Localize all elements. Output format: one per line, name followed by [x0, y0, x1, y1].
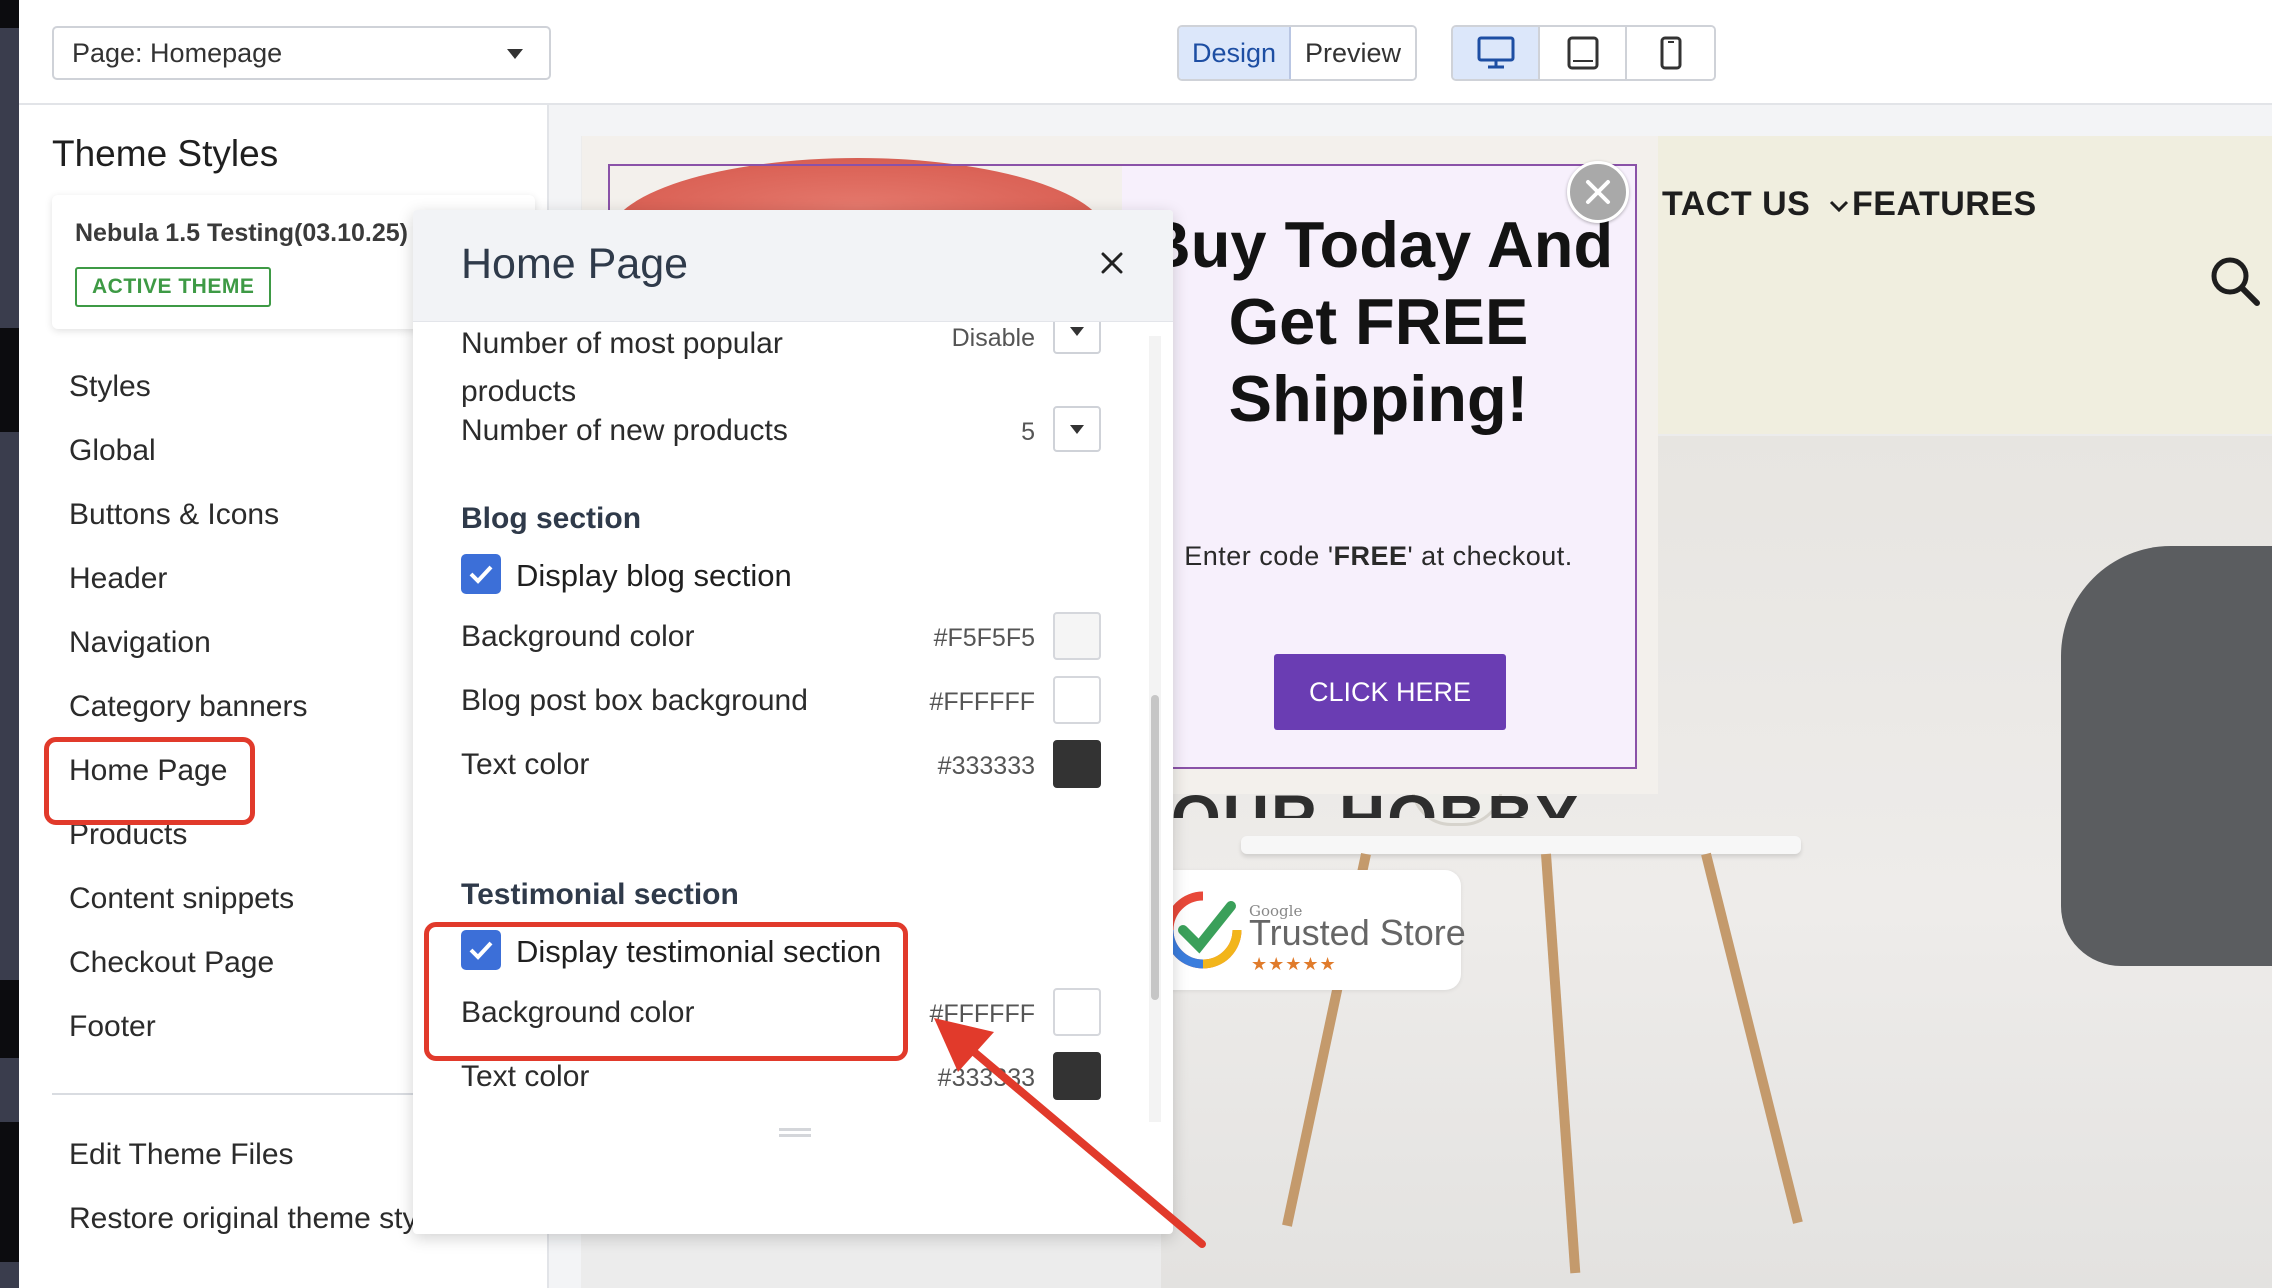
home-page-highlight-annotation: [44, 737, 255, 825]
page-select[interactable]: Page: Homepage: [52, 26, 551, 80]
popup-headline: Buy Today And Get FREE Shipping!: [1143, 208, 1614, 435]
sidebar-item-edit-theme-files[interactable]: Edit Theme Files: [69, 1138, 294, 1172]
google-check-icon: [1164, 891, 1242, 969]
blog-box-bg-value[interactable]: #FFFFFF: [929, 688, 1035, 717]
desktop-view-button[interactable]: [1453, 27, 1540, 79]
store-nav-contact-label: TACT US: [1662, 185, 1811, 223]
armchair: [2061, 546, 2272, 966]
blog-text-color-value[interactable]: #333333: [938, 752, 1035, 781]
testimonial-highlight-annotation: [424, 922, 908, 1061]
store-nav-features[interactable]: FEATURES: [1852, 185, 2037, 224]
blog-bg-color-swatch[interactable]: [1053, 612, 1101, 660]
window-edge-dark: [0, 980, 19, 1058]
trusted-store-stars: ★★★★★: [1251, 954, 1337, 974]
mobile-icon: [1660, 36, 1681, 70]
page-select-value: Page: Homepage: [72, 37, 283, 68]
trusted-store-badge[interactable]: Google Trusted Store ★★★★★: [1161, 870, 1466, 990]
mode-toggle: Design Preview: [1177, 25, 1417, 81]
testimonial-section-title: Testimonial section: [461, 878, 739, 911]
blog-bg-color-value[interactable]: #F5F5F5: [934, 624, 1035, 653]
chevron-down-icon: [1830, 200, 1849, 213]
close-icon[interactable]: [1097, 248, 1127, 278]
sidebar-title: Theme Styles: [52, 133, 279, 174]
new-products-value: 5: [1021, 418, 1035, 446]
checkmark-icon: [469, 565, 493, 584]
store-nav-contact-us[interactable]: TACT US: [1662, 185, 1850, 224]
popup-subtext: Enter code 'FREE' at checkout.: [1122, 538, 1635, 575]
window-edge-dark: [0, 1122, 19, 1262]
table-leg: [1541, 853, 1581, 1274]
side-table: [1241, 836, 1801, 854]
popular-products-label: Number of most popular products: [461, 327, 783, 408]
sidebar-item-global[interactable]: Global: [69, 434, 156, 468]
display-blog-checkbox[interactable]: [461, 554, 501, 594]
tablet-icon: [1567, 36, 1598, 70]
search-icon[interactable]: [2209, 255, 2261, 307]
popup-subtext-after: ' at checkout.: [1407, 541, 1573, 571]
sidebar-item-content-snippets[interactable]: Content snippets: [69, 882, 294, 916]
sidebar-item-checkout-page[interactable]: Checkout Page: [69, 946, 274, 980]
popular-products-select[interactable]: [1053, 322, 1101, 354]
blog-section-title: Blog section: [461, 502, 642, 535]
annotation-arrow-icon: [934, 1018, 1206, 1248]
window-edge: [0, 0, 19, 1288]
tablet-view-button[interactable]: [1540, 27, 1627, 79]
resize-grip[interactable]: [779, 1134, 811, 1137]
editor-toolbar: Page: Homepage Design Preview: [19, 0, 2272, 105]
new-products-label: Number of new products: [461, 414, 788, 447]
store-header: [1657, 136, 2272, 434]
blog-box-bg-label: Blog post box background: [461, 684, 808, 717]
popup-subtext-code: FREE: [1333, 541, 1408, 571]
trusted-store-label: Trusted Store: [1249, 912, 1466, 953]
theme-name: Nebula 1.5 Testing(03.10.25): [75, 219, 408, 247]
display-blog-label[interactable]: Display blog section: [516, 558, 792, 594]
sidebar-item-category-banners[interactable]: Category banners: [69, 690, 307, 724]
blog-text-color-swatch[interactable]: [1053, 740, 1101, 788]
testimonial-text-color-label: Text color: [461, 1060, 590, 1093]
blog-box-bg-swatch[interactable]: [1053, 676, 1101, 724]
desktop-icon: [1477, 36, 1514, 69]
blog-bg-color-label: Background color: [461, 620, 695, 653]
panel-title: Home Page: [461, 240, 689, 288]
blog-text-color-label: Text color: [461, 748, 590, 781]
design-mode-button[interactable]: Design: [1179, 27, 1291, 79]
popup-subtext-before: Enter code ': [1184, 541, 1334, 571]
sidebar-item-buttons-icons[interactable]: Buttons & Icons: [69, 498, 279, 532]
table-leg: [1701, 852, 1803, 1224]
sidebar-item-restore-theme-styles[interactable]: Restore original theme styles: [69, 1202, 456, 1236]
sidebar-item-styles[interactable]: Styles: [69, 370, 151, 404]
sidebar-item-footer[interactable]: Footer: [69, 1010, 156, 1044]
resize-grip[interactable]: [779, 1128, 811, 1131]
popup-close-button[interactable]: [1567, 161, 1629, 223]
window-edge-dark: [0, 0, 19, 28]
popular-products-value: Disable: [951, 324, 1035, 352]
new-products-select[interactable]: [1053, 406, 1101, 452]
chevron-down-icon: [507, 49, 523, 59]
mobile-view-button[interactable]: [1627, 27, 1714, 79]
window-edge-dark: [0, 328, 19, 432]
panel-header: Home Page: [413, 210, 1173, 322]
sidebar-item-navigation[interactable]: Navigation: [69, 626, 211, 660]
preview-mode-button[interactable]: Preview: [1291, 27, 1415, 79]
popup-click-here-button[interactable]: CLICK HERE: [1274, 654, 1506, 730]
active-theme-badge: ACTIVE THEME: [75, 267, 272, 307]
sidebar-item-header[interactable]: Header: [69, 562, 167, 596]
close-icon: [1586, 180, 1610, 204]
device-toggle: [1451, 25, 1716, 81]
panel-scrollbar-thumb[interactable]: [1151, 695, 1159, 1000]
